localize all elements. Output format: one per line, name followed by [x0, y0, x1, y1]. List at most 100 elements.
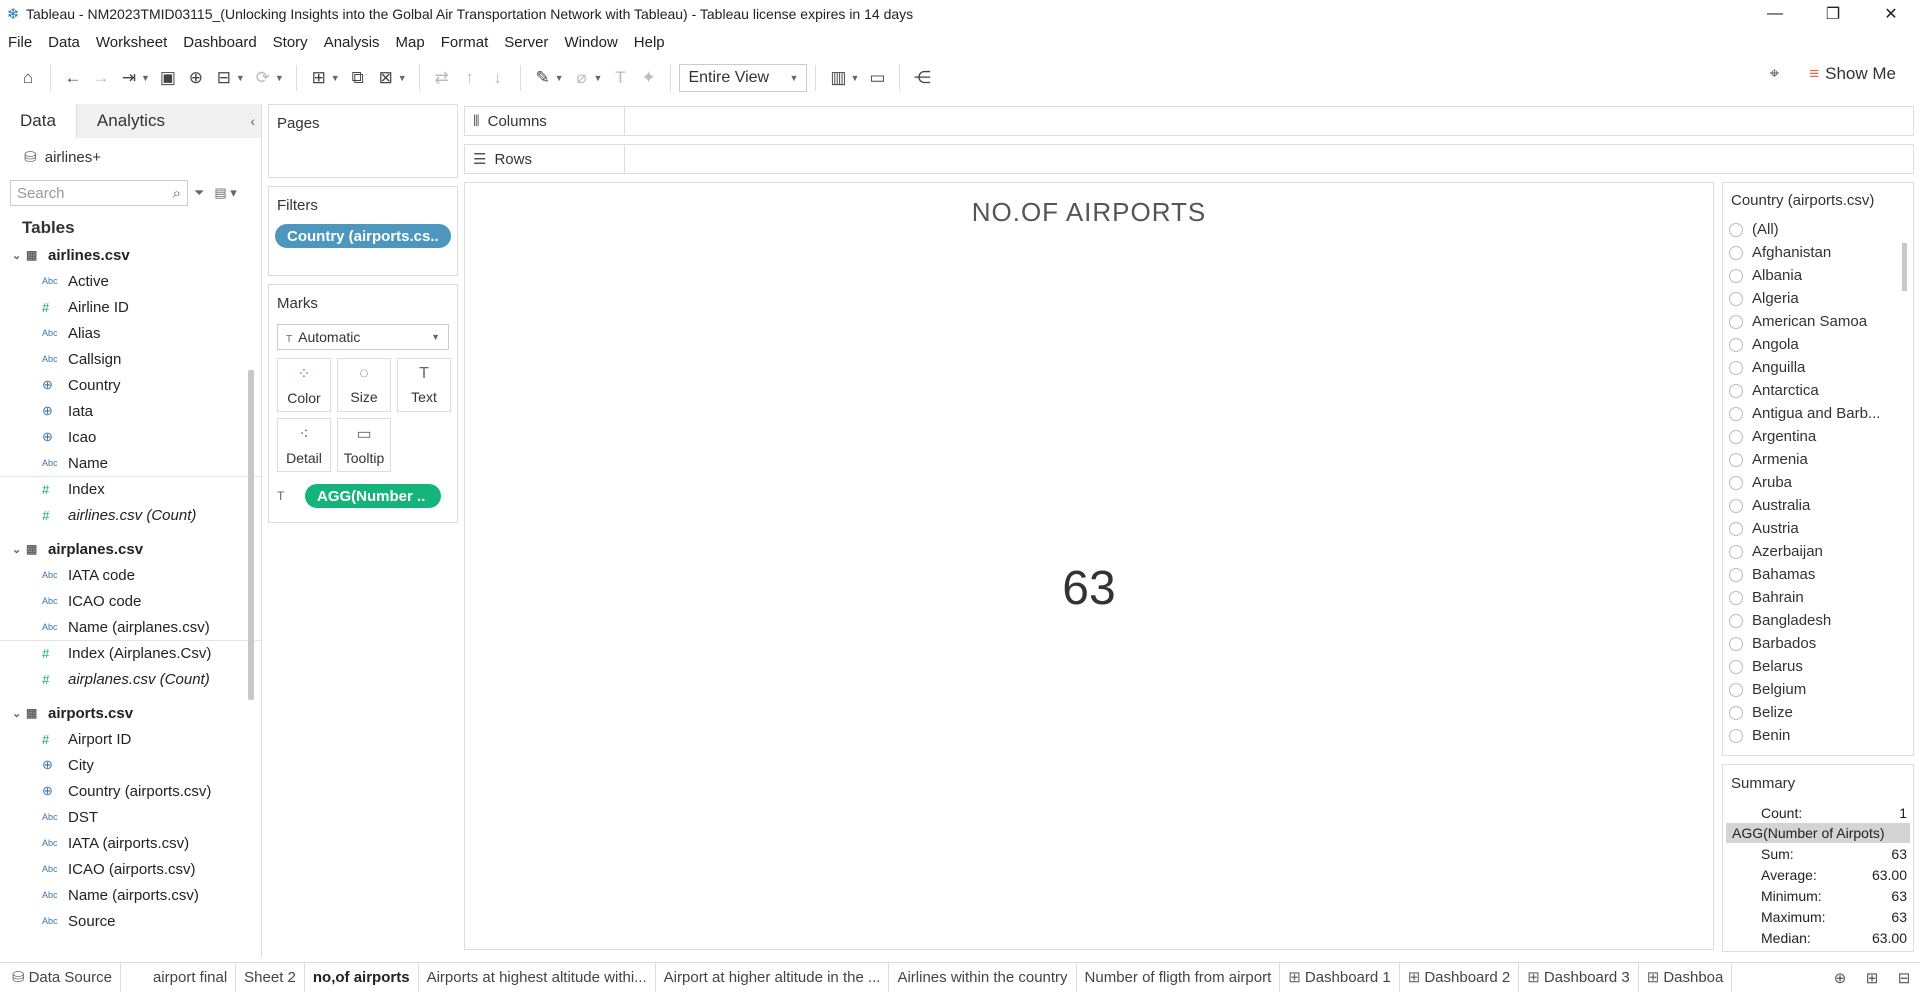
- sheet-tab[interactable]: airport final: [145, 962, 237, 992]
- menu-dashboard[interactable]: Dashboard: [183, 34, 256, 51]
- fit-select[interactable]: Entire View ▼: [679, 64, 808, 92]
- view-options-icon[interactable]: ▤ ▾: [214, 185, 236, 201]
- radio-icon[interactable]: [1729, 590, 1743, 605]
- menu-analysis[interactable]: Analysis: [324, 34, 380, 51]
- filter-option[interactable]: Antigua and Barb...: [1723, 402, 1913, 425]
- filter-option[interactable]: Albania: [1723, 264, 1913, 287]
- labels-icon[interactable]: T: [606, 64, 634, 92]
- pause-update-icon[interactable]: ⊟: [210, 64, 238, 92]
- filter-option[interactable]: Belize: [1723, 701, 1913, 724]
- radio-icon[interactable]: [1729, 521, 1743, 536]
- filter-option[interactable]: Aruba: [1723, 471, 1913, 494]
- swap-icon[interactable]: ⇄: [428, 64, 456, 92]
- size-button[interactable]: ◌ Size: [337, 358, 391, 412]
- sheet-tab[interactable]: no,of airports: [304, 962, 419, 992]
- field-item[interactable]: # airlines.csv (Count): [0, 502, 261, 528]
- redo-icon[interactable]: →: [87, 64, 115, 92]
- sheet-tab[interactable]: Airlines within the country: [889, 962, 1077, 992]
- detail-button[interactable]: ⁖ Detail: [277, 418, 331, 472]
- field-item[interactable]: Abc Source: [0, 908, 261, 934]
- chevron-down-icon[interactable]: ▼: [275, 73, 284, 83]
- radio-icon[interactable]: [1729, 245, 1743, 260]
- menu-format[interactable]: Format: [441, 34, 489, 51]
- filter-option[interactable]: Bahrain: [1723, 586, 1913, 609]
- home-icon[interactable]: ⌂: [14, 64, 42, 92]
- menu-window[interactable]: Window: [564, 34, 617, 51]
- color-button[interactable]: ⁘ Color: [277, 358, 331, 412]
- field-item[interactable]: Abc Callsign: [0, 346, 261, 372]
- rows-shelf[interactable]: ☰ Rows: [464, 144, 1914, 174]
- field-item[interactable]: Abc Name (airports.csv): [0, 882, 261, 908]
- undo-icon[interactable]: ←: [59, 64, 87, 92]
- chevron-down-icon[interactable]: ▼: [850, 73, 859, 83]
- filter-option[interactable]: Austria: [1723, 517, 1913, 540]
- radio-icon[interactable]: [1729, 682, 1743, 697]
- filter-card-scrollbar[interactable]: [1902, 243, 1907, 291]
- field-item[interactable]: # Index (Airplanes.Csv): [0, 640, 261, 666]
- filter-option[interactable]: (All): [1723, 218, 1913, 241]
- field-item[interactable]: Abc IATA code: [0, 562, 261, 588]
- menu-worksheet[interactable]: Worksheet: [96, 34, 167, 51]
- new-worksheet-tab-icon[interactable]: ⊕: [1824, 969, 1856, 987]
- menu-file[interactable]: File: [8, 34, 32, 51]
- columns-shelf[interactable]: ⦀ Columns: [464, 106, 1914, 136]
- show-cards-icon[interactable]: ▥: [824, 64, 852, 92]
- radio-icon[interactable]: [1729, 452, 1743, 467]
- field-item[interactable]: ⊕ Icao: [0, 424, 261, 450]
- tab-analytics[interactable]: Analytics: [75, 104, 261, 138]
- highlight-icon[interactable]: ✎: [529, 64, 557, 92]
- radio-icon[interactable]: [1729, 498, 1743, 513]
- radio-icon[interactable]: [1729, 659, 1743, 674]
- radio-icon[interactable]: [1729, 337, 1743, 352]
- filter-option[interactable]: Bahamas: [1723, 563, 1913, 586]
- sort-descending-icon[interactable]: ↓: [484, 64, 512, 92]
- filter-option[interactable]: American Samoa: [1723, 310, 1913, 333]
- filter-option[interactable]: Anguilla: [1723, 356, 1913, 379]
- radio-icon[interactable]: [1729, 406, 1743, 421]
- filter-option[interactable]: Algeria: [1723, 287, 1913, 310]
- menu-map[interactable]: Map: [396, 34, 425, 51]
- filter-option[interactable]: Benin: [1723, 724, 1913, 747]
- show-me-button[interactable]: ⌖ ≡ Show Me: [1770, 64, 1896, 84]
- sheet-tab[interactable]: ⊞ Dashboard 1: [1280, 962, 1400, 992]
- filter-option[interactable]: Belarus: [1723, 655, 1913, 678]
- field-item[interactable]: Abc Alias: [0, 320, 261, 346]
- replay-icon[interactable]: ⇥: [115, 64, 143, 92]
- sheet-tab[interactable]: Airports at highest altitude withi...: [419, 962, 656, 992]
- chevron-down-icon[interactable]: ▼: [141, 73, 150, 83]
- field-item[interactable]: Abc ICAO (airports.csv): [0, 856, 261, 882]
- search-input[interactable]: Search ⌕: [10, 180, 188, 206]
- viz-value[interactable]: 63: [465, 561, 1713, 616]
- radio-icon[interactable]: [1729, 383, 1743, 398]
- menu-data[interactable]: Data: [48, 34, 80, 51]
- presentation-mode-icon[interactable]: ▭: [863, 64, 891, 92]
- pin-icon[interactable]: ✦: [634, 64, 662, 92]
- group-icon[interactable]: ⌀: [568, 64, 596, 92]
- field-item[interactable]: # airplanes.csv (Count): [0, 666, 261, 692]
- restore-button[interactable]: ❐: [1804, 0, 1862, 28]
- new-dashboard-tab-icon[interactable]: ⊞: [1856, 969, 1888, 987]
- close-button[interactable]: ✕: [1862, 0, 1920, 28]
- filter-option[interactable]: Barbados: [1723, 632, 1913, 655]
- mark-type-select[interactable]: T Automatic ▼: [277, 324, 449, 350]
- filter-option[interactable]: Armenia: [1723, 448, 1913, 471]
- chevron-down-icon[interactable]: ⌄: [12, 707, 26, 720]
- chevron-down-icon[interactable]: ▼: [594, 73, 603, 83]
- radio-icon[interactable]: [1729, 429, 1743, 444]
- radio-icon[interactable]: [1729, 613, 1743, 628]
- format-painter-icon[interactable]: ⌖: [1770, 64, 1780, 84]
- minimize-button[interactable]: —: [1746, 0, 1804, 28]
- chevron-down-icon[interactable]: ▼: [398, 73, 407, 83]
- filter-icon[interactable]: ⏷: [194, 185, 204, 201]
- radio-icon[interactable]: [1729, 544, 1743, 559]
- clear-sheet-icon[interactable]: ⊠: [372, 64, 400, 92]
- field-item[interactable]: ⊕ Country (airports.csv): [0, 778, 261, 804]
- sheet-tab[interactable]: ⊞ Dashboard 2: [1400, 962, 1520, 992]
- save-icon[interactable]: ▣: [154, 64, 182, 92]
- radio-icon[interactable]: [1729, 222, 1743, 237]
- filter-option[interactable]: Angola: [1723, 333, 1913, 356]
- datasource-item[interactable]: ⛁ airlines+: [0, 138, 261, 176]
- table-header[interactable]: ⌄ ▦ airplanes.csv: [0, 536, 261, 562]
- field-item[interactable]: Abc Name (airplanes.csv): [0, 614, 261, 640]
- field-item[interactable]: Abc IATA (airports.csv): [0, 830, 261, 856]
